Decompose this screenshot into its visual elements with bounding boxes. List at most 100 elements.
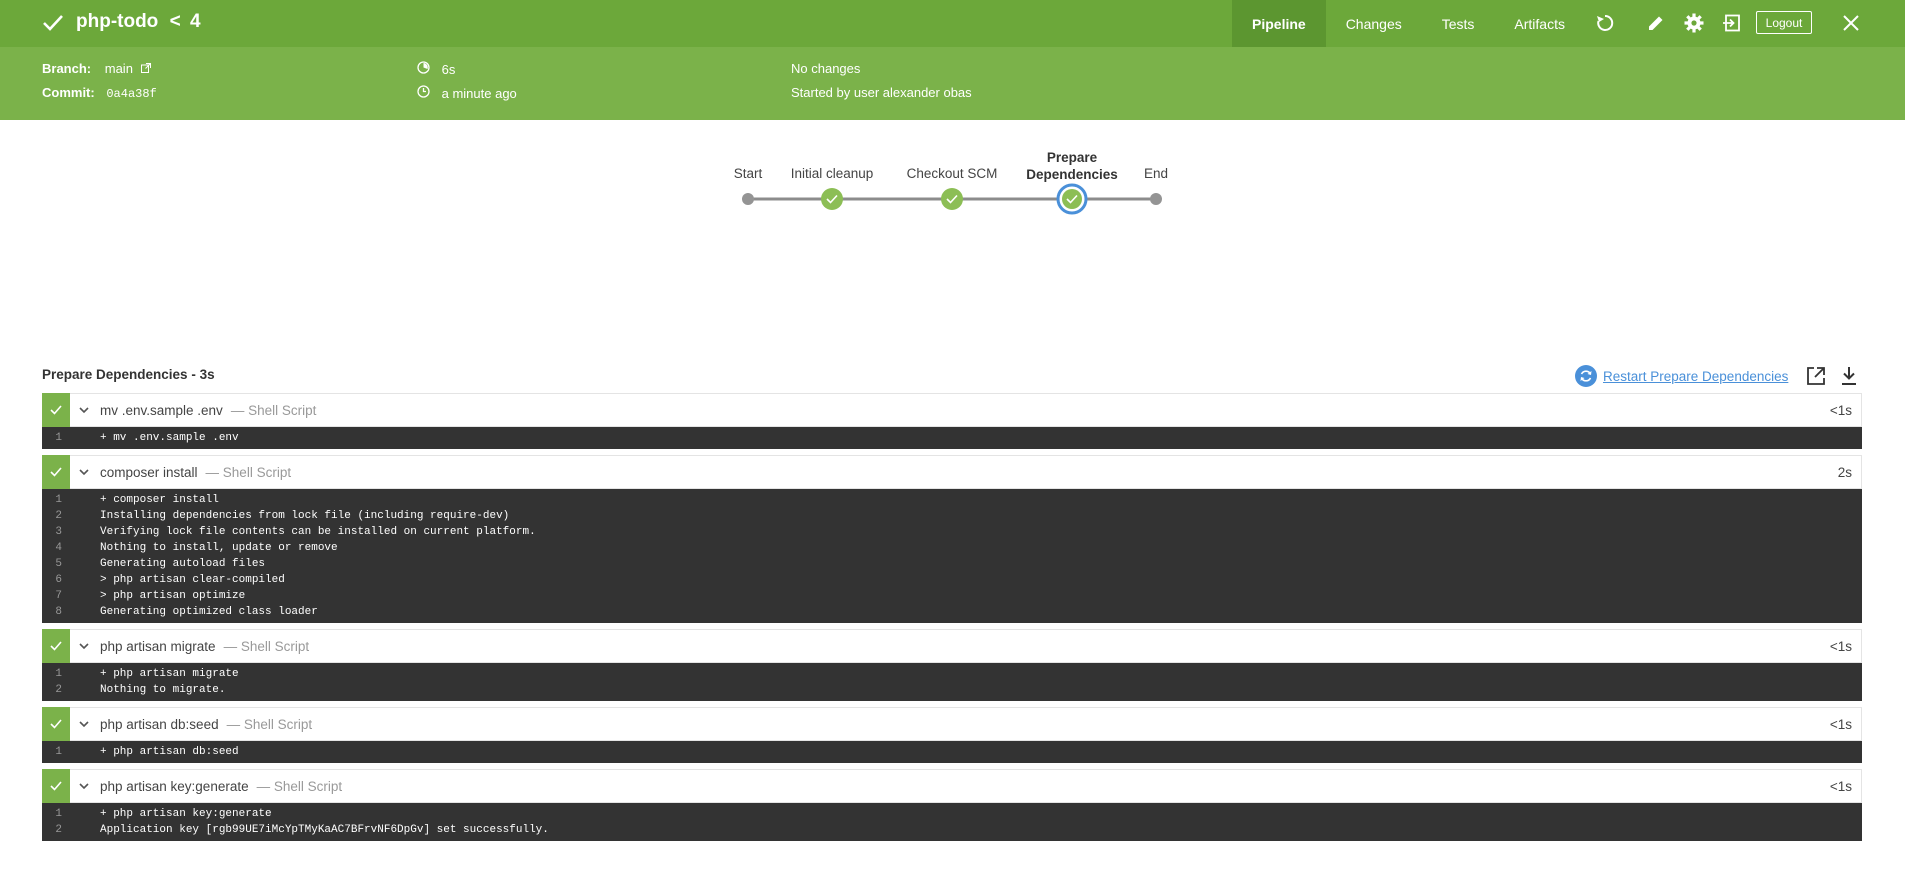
tab-changes[interactable]: Changes [1326,0,1422,47]
log-line: 8 Generating optimized class loader [42,604,1862,620]
branch-info: Branch: main [42,61,151,76]
step-success-icon [42,455,70,489]
restart-stage-link[interactable]: Restart Prepare Dependencies [1575,365,1788,387]
pencil-icon[interactable] [1645,12,1667,34]
duration-info: 6s [417,61,455,77]
stage-label-start: Start [733,166,763,181]
run-number: 4 [189,11,201,32]
main-nav: Pipeline Changes Tests Artifacts [1232,0,1585,47]
line-number: 4 [55,542,62,554]
stage-label-checkout-scm[interactable]: Checkout SCM [907,166,998,181]
line-number: 2 [55,824,62,836]
step-success-icon [42,769,70,803]
stage-node-checkout-scm[interactable] [941,188,963,210]
step-duration: <1s [1829,716,1852,732]
logout-button[interactable]: Logout [1756,11,1812,34]
tab-pipeline[interactable]: Pipeline [1232,0,1326,47]
section-title: Prepare Dependencies - 3s [42,367,215,382]
step-duration: <1s [1829,638,1852,654]
restart-label[interactable]: Restart Prepare Dependencies [1603,369,1788,384]
replay-icon[interactable] [1594,12,1616,34]
step-success-icon [42,393,70,427]
open-in-new-icon[interactable] [1806,366,1826,391]
log-text: Generating optimized class loader [100,606,318,618]
commit-label: Commit: [42,85,95,100]
stage-label-end: End [1143,166,1169,181]
step-log: 1 + composer install 2 Installing dependen… [42,489,1862,623]
log-text: + mv .env.sample .env [100,432,239,444]
tab-tests[interactable]: Tests [1422,0,1495,47]
step-name: php artisan key:generate [100,778,249,794]
pipeline-name[interactable]: php-todo [76,11,158,32]
step-mv-env: mv .env.sample .env — Shell Script <1s 1… [42,393,1862,449]
step-log: 1 + mv .env.sample .env [42,427,1862,449]
pipeline-graph-svg [742,183,1162,215]
line-number: 7 [55,590,62,602]
step-header[interactable]: php artisan key:generate — Shell Script … [42,769,1862,803]
chevron-left-icon[interactable]: < [170,11,181,32]
log-line: 1 + php artisan key:generate [42,806,1862,822]
chevron-down-icon[interactable] [79,782,97,790]
log-line: 4 Nothing to install, update or remove [42,540,1862,556]
branch-label: Branch: [42,61,92,76]
branch-value[interactable]: main [105,61,133,76]
step-type: — Shell Script [230,402,317,418]
line-number: 1 [55,432,62,444]
line-number: 3 [55,526,62,538]
line-number: 1 [55,668,62,680]
chevron-down-icon[interactable] [79,720,97,728]
external-link-icon[interactable] [140,61,151,76]
log-line: 3 Verifying lock file contents can be ins… [42,524,1862,540]
line-number: 5 [55,558,62,570]
step-name: php artisan migrate [100,638,216,654]
chevron-down-icon[interactable] [79,642,97,650]
step-log: 1 + php artisan db:seed [42,741,1862,763]
step-name: mv .env.sample .env [100,402,223,418]
commit-info: Commit: 0a4a38f [42,85,157,101]
step-type: — Shell Script [223,638,310,654]
started-info: a minute ago [417,85,517,101]
run-info-bar: Branch: main Commit: 0a4a38f 6s a minute… [0,47,1905,120]
gear-icon[interactable] [1683,12,1705,34]
log-text: Nothing to install, update or remove [100,542,338,554]
log-text: + php artisan key:generate [100,808,272,820]
tab-artifacts[interactable]: Artifacts [1494,0,1585,47]
exit-icon[interactable] [1721,12,1743,34]
stage-node-prepare-dependencies[interactable] [1056,183,1088,215]
log-line: 2 Application key [rgb99UE7iMcYpTMyKaAC7B… [42,822,1862,838]
line-number: 1 [55,808,62,820]
stage-node-start [742,193,754,205]
restart-icon[interactable] [1575,365,1597,387]
line-number: 1 [55,746,62,758]
step-type: — Shell Script [226,716,313,732]
stage-label-prepare-dependencies[interactable]: Prepare Dependencies [1026,149,1118,183]
step-header[interactable]: composer install — Shell Script 2s [42,455,1862,489]
started-value: a minute ago [441,86,517,101]
log-text: > php artisan clear-compiled [100,574,285,586]
step-header[interactable]: mv .env.sample .env — Shell Script <1s [42,393,1862,427]
stage-label-initial-cleanup[interactable]: Initial cleanup [791,166,874,181]
chevron-down-icon[interactable] [79,406,97,414]
log-text: Verifying lock file contents can be inst… [100,526,536,538]
chevron-down-icon[interactable] [79,468,97,476]
step-type: — Shell Script [205,464,292,480]
line-number: 2 [55,510,62,522]
step-header[interactable]: php artisan migrate — Shell Script <1s [42,629,1862,663]
log-line: 1 + php artisan db:seed [42,744,1862,760]
clock-icon [417,85,430,101]
commit-hash[interactable]: 0a4a38f [106,87,156,101]
close-icon[interactable] [1840,12,1862,34]
line-number: 6 [55,574,62,586]
download-icon[interactable] [1840,366,1858,391]
step-type: — Shell Script [256,778,343,794]
log-line: 6 > php artisan clear-compiled [42,572,1862,588]
stage-node-initial-cleanup[interactable] [821,188,843,210]
line-number: 8 [55,606,62,618]
step-header[interactable]: php artisan db:seed — Shell Script <1s [42,707,1862,741]
log-text: Nothing to migrate. [100,684,226,696]
duration-value: 6s [441,62,456,77]
step-success-icon [42,707,70,741]
step-composer-install: composer install — Shell Script 2s 1 + co… [42,455,1862,623]
step-name: composer install [100,464,198,480]
step-duration: 2s [1837,464,1852,480]
